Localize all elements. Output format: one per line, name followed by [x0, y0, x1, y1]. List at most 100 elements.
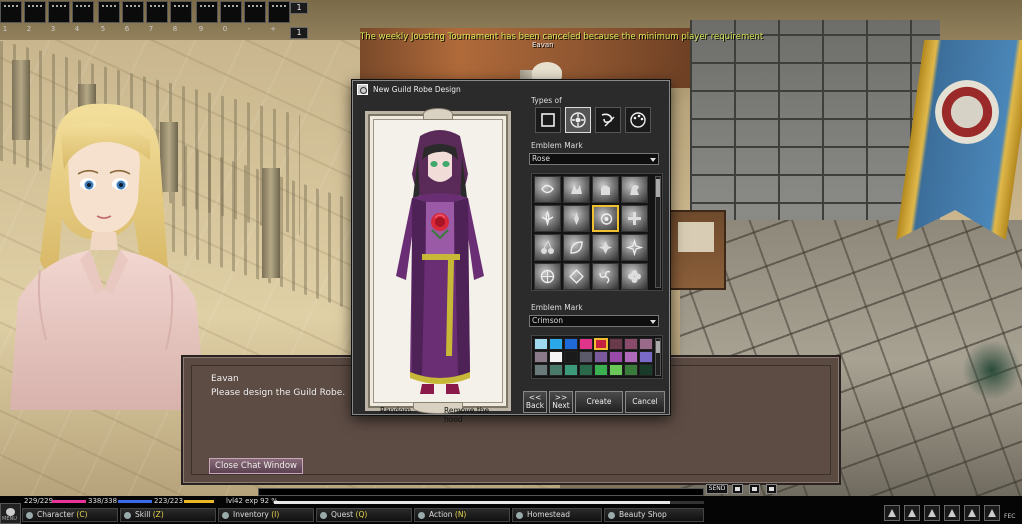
color-swatch[interactable] — [609, 338, 623, 350]
color-swatch[interactable] — [549, 364, 563, 376]
hotbar-number: 1 — [2, 25, 8, 33]
emblem-option[interactable] — [621, 176, 648, 203]
tray-wings-icon[interactable] — [904, 505, 920, 521]
color-swatch[interactable] — [609, 351, 623, 363]
type-button-plain[interactable] — [535, 107, 561, 133]
menu-item-action[interactable]: Action (N) — [414, 508, 510, 522]
menu-item-label: Homestead — [527, 510, 570, 519]
color-swatch[interactable] — [549, 338, 563, 350]
tray-pet-icon[interactable] — [984, 505, 1000, 521]
menu-item-beauty-shop[interactable]: Beauty Shop — [604, 508, 704, 522]
color-swatch[interactable] — [639, 338, 653, 350]
hotbar-slot-12[interactable] — [268, 1, 290, 23]
tray-map-icon[interactable] — [964, 505, 980, 521]
hotbar-slot-5[interactable] — [98, 1, 120, 23]
chat-input[interactable] — [258, 488, 704, 496]
hotbar-slot-4[interactable] — [72, 1, 94, 23]
scroll-thumb[interactable] — [656, 179, 660, 197]
hotbar-slot-10[interactable] — [220, 1, 242, 23]
color-swatch[interactable] — [624, 364, 638, 376]
random-option-label[interactable]: Random — [380, 406, 411, 415]
emblem-option[interactable] — [592, 263, 619, 290]
color-swatch[interactable] — [549, 351, 563, 363]
guild-robe-dialog: New Guild Robe Design Random Remove the … — [352, 80, 670, 424]
hotbar-slot-7[interactable] — [146, 1, 168, 23]
notice-signboard[interactable] — [668, 210, 726, 290]
color-swatch[interactable] — [564, 351, 578, 363]
hotbar-slot-6[interactable] — [122, 1, 144, 23]
tray-guild-icon[interactable] — [884, 505, 900, 521]
color-dropdown[interactable]: Crimson — [529, 315, 659, 327]
emblem-option[interactable] — [534, 205, 561, 232]
tray-chat-icon[interactable] — [944, 505, 960, 521]
menu-item-homestead[interactable]: Homestead — [512, 508, 602, 522]
color-swatch[interactable] — [579, 364, 593, 376]
emblem-option[interactable] — [621, 263, 648, 290]
hotbar-page-button[interactable]: 1 — [290, 2, 308, 14]
emblem-cross-icon — [628, 212, 641, 225]
emblem-dropdown-value: Rose — [532, 154, 550, 163]
emblem-option[interactable] — [534, 263, 561, 290]
back-button[interactable]: << Back — [523, 391, 547, 413]
color-scrollbar[interactable] — [655, 338, 661, 376]
hotbar-slot-8[interactable] — [170, 1, 192, 23]
color-swatch[interactable] — [534, 364, 548, 376]
hotbar-slot-9[interactable] — [196, 1, 218, 23]
color-swatch[interactable] — [639, 364, 653, 376]
color-swatch[interactable] — [594, 338, 608, 350]
send-button[interactable]: SEND — [706, 484, 728, 494]
color-swatch[interactable] — [624, 351, 638, 363]
emblem-option-rose[interactable] — [592, 205, 619, 232]
color-swatch[interactable] — [564, 338, 578, 350]
emblem-option[interactable] — [563, 205, 590, 232]
type-button-color[interactable] — [625, 107, 651, 133]
hotbar-page-button[interactable]: 1 — [290, 27, 308, 39]
color-swatch[interactable] — [534, 351, 548, 363]
emblem-option[interactable] — [621, 205, 648, 232]
menu-item-character[interactable]: Character (C) — [22, 508, 118, 522]
menu-item-hotkey: (I) — [271, 510, 280, 519]
menu-item-inventory[interactable]: Inventory (I) — [218, 508, 314, 522]
close-chat-button[interactable]: Close Chat Window — [209, 458, 303, 474]
color-swatch[interactable] — [624, 338, 638, 350]
color-swatch[interactable] — [579, 338, 593, 350]
tray-party-icon[interactable] — [924, 505, 940, 521]
color-swatch[interactable] — [579, 351, 593, 363]
next-button[interactable]: >> Next — [549, 391, 573, 413]
emblem-option[interactable] — [621, 234, 648, 261]
emblem-option[interactable] — [534, 176, 561, 203]
emblem-option[interactable] — [592, 234, 619, 261]
emblem-option[interactable] — [534, 234, 561, 261]
color-swatch[interactable] — [564, 364, 578, 376]
scroll-thumb[interactable] — [656, 341, 660, 353]
hotbar-slot-11[interactable] — [244, 1, 266, 23]
robe-preview-character[interactable] — [388, 126, 493, 401]
emblem-option[interactable] — [563, 263, 590, 290]
emblem-option[interactable] — [563, 234, 590, 261]
hotbar-slot-1[interactable] — [0, 1, 22, 23]
skill-icon — [124, 512, 131, 519]
type-button-emblem[interactable] — [565, 107, 591, 133]
type-button-pattern[interactable] — [595, 107, 621, 133]
create-button[interactable]: Create — [575, 391, 623, 413]
color-swatch[interactable] — [639, 351, 653, 363]
color-swatch[interactable] — [594, 364, 608, 376]
color-swatch[interactable] — [534, 338, 548, 350]
chevron-down-icon — [650, 320, 656, 324]
menu-item-quest[interactable]: Quest (Q) — [316, 508, 412, 522]
chat-option-button[interactable] — [749, 484, 760, 494]
color-swatch[interactable] — [609, 364, 623, 376]
menu-item-skill[interactable]: Skill (Z) — [120, 508, 216, 522]
chat-option-button[interactable] — [766, 484, 777, 494]
cancel-button[interactable]: Cancel — [625, 391, 665, 413]
remove-hood-option-label[interactable]: Remove the hood — [444, 406, 508, 424]
hotbar-slot-2[interactable] — [24, 1, 46, 23]
emblem-option[interactable] — [563, 176, 590, 203]
hotbar-number: 4 — [74, 25, 80, 33]
color-swatch[interactable] — [594, 351, 608, 363]
emblem-option[interactable] — [592, 176, 619, 203]
chat-option-button[interactable] — [732, 484, 743, 494]
hotbar-slot-3[interactable] — [48, 1, 70, 23]
emblem-dropdown[interactable]: Rose — [529, 153, 659, 165]
emblem-scrollbar[interactable] — [655, 176, 661, 288]
